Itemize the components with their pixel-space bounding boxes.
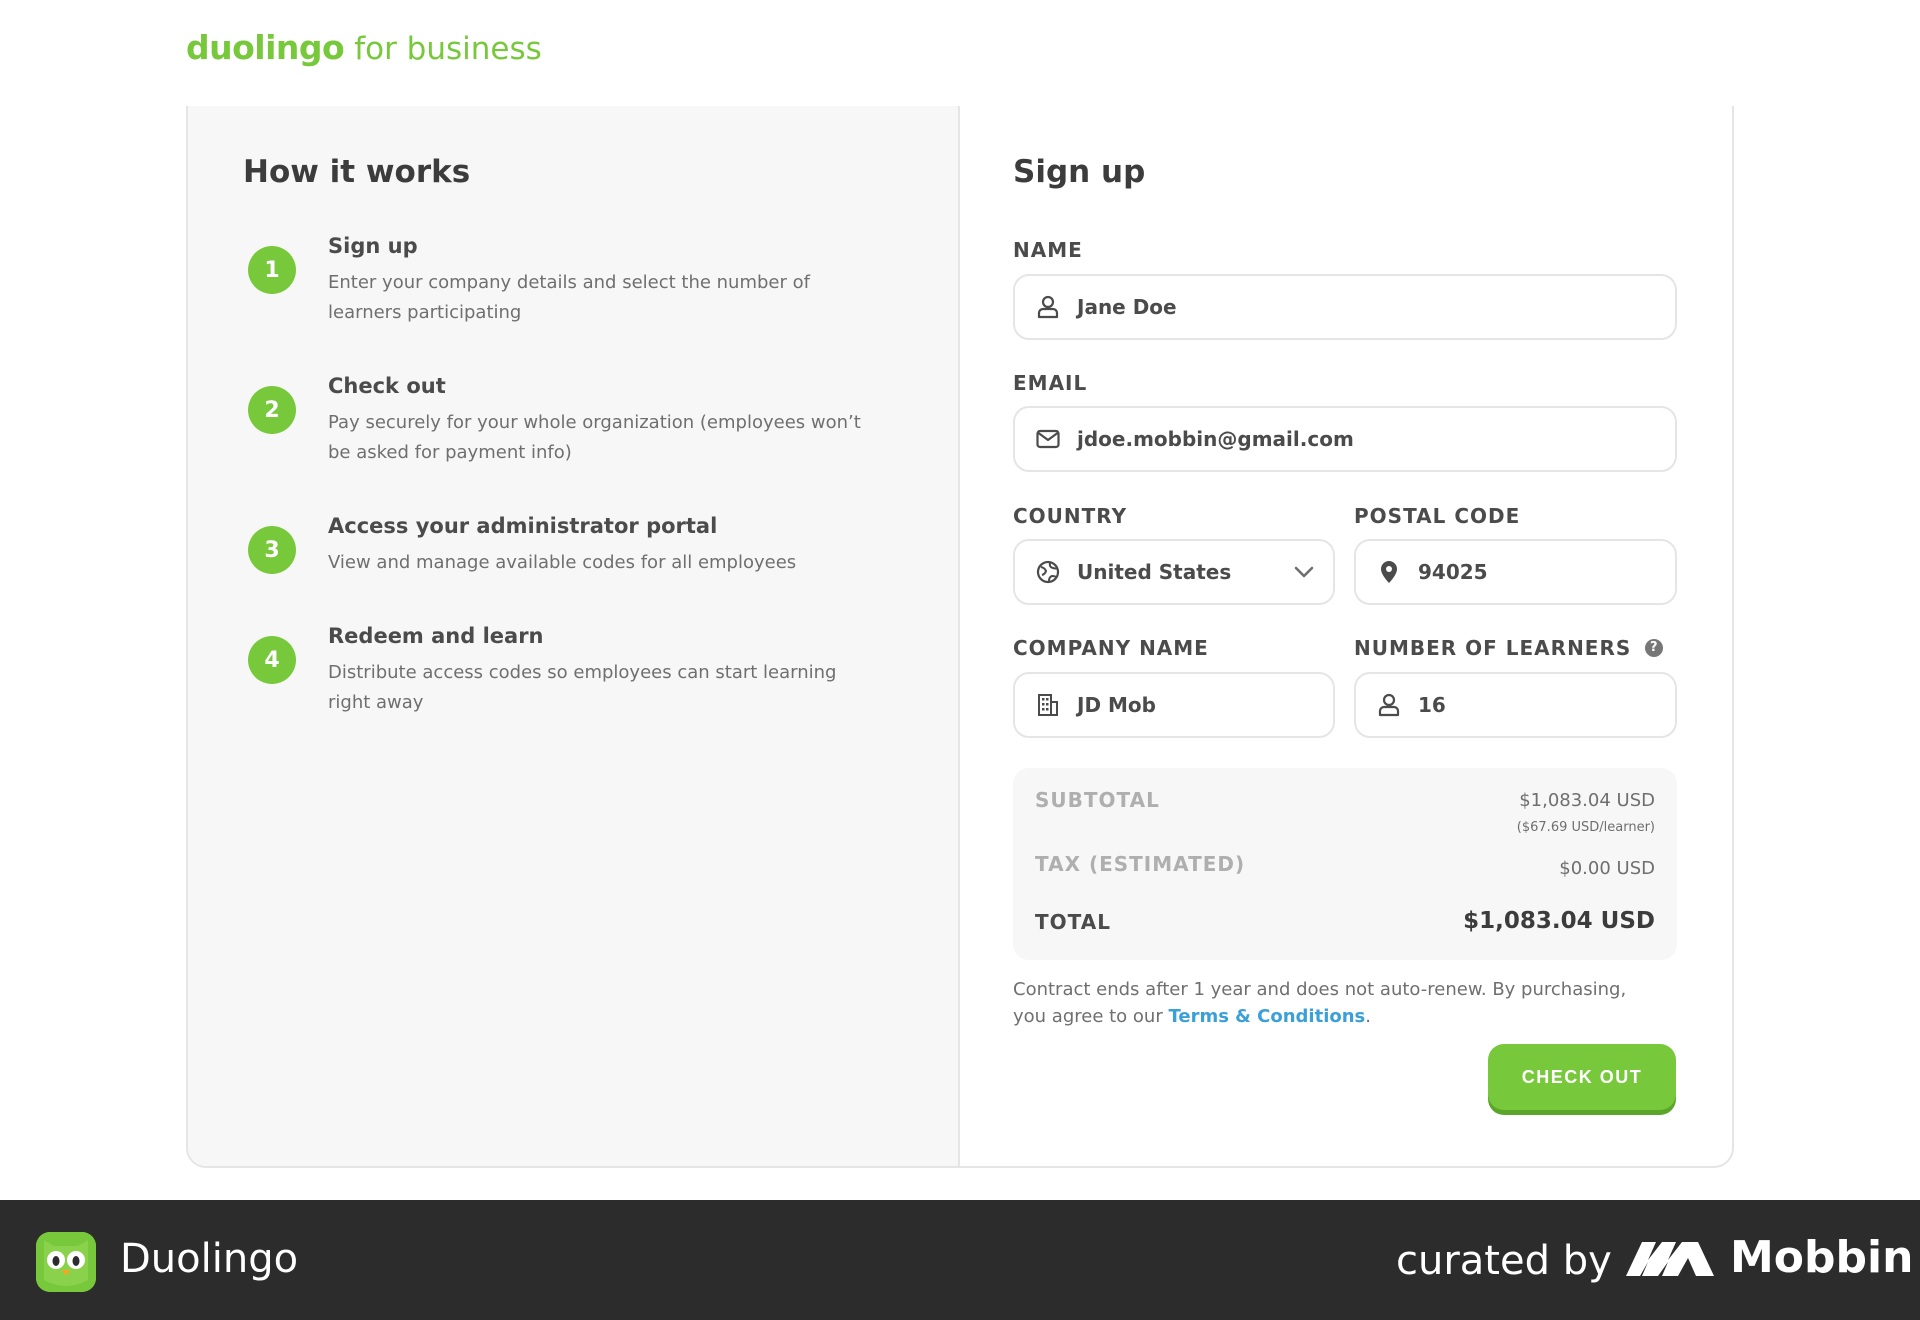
footer-bar: Duolingo curated by Mobbin [0,1200,1920,1320]
step-description: View and manage available codes for all … [328,552,797,573]
globe-icon [1035,559,1061,585]
country-label: COUNTRY [1013,504,1128,528]
company-name-label: COMPANY NAME [1013,636,1209,660]
signup-form: Sign up NAME Jane Doe EMAIL jdoe.mobbin@… [960,106,1732,1166]
location-pin-icon [1376,559,1402,585]
terms-link[interactable]: Terms & Conditions [1168,1006,1365,1027]
mobbin-logo-icon [1626,1236,1716,1284]
country-value: United States [1077,560,1232,584]
country-select[interactable]: United States [1013,539,1335,605]
email-label: EMAIL [1013,371,1088,395]
mobbin-wordmark: Mobbin [1730,1232,1914,1283]
learners-field[interactable]: 16 [1354,672,1677,738]
postal-code-field[interactable]: 94025 [1354,539,1677,605]
app-name: Duolingo [120,1236,299,1282]
step-number: 1 [248,246,296,294]
step-title: Check out [328,374,446,398]
chevron-down-icon[interactable] [1293,561,1315,587]
check-out-button[interactable]: CHECK OUT [1488,1044,1676,1110]
how-it-works-panel: How it works 1 Sign up Enter your compan… [188,106,960,1166]
step-description: Enter your company details and select th… [328,272,810,323]
envelope-icon [1035,426,1061,452]
contract-notice: Contract ends after 1 year and does not … [1013,976,1653,1030]
page-header: duolingo for business [186,28,542,72]
person-icon [1035,294,1061,320]
tax-value: $0.00 USD [1559,858,1655,879]
subtotal-label: SUBTOTAL [1035,788,1160,812]
postal-code-value: 94025 [1418,560,1488,584]
step-description: Distribute access codes so employees can… [328,662,837,713]
order-summary: SUBTOTAL $1,083.04 USD ($67.69 USD/learn… [1013,768,1677,960]
step-description: Pay securely for your whole organization… [328,412,861,463]
signup-card: How it works 1 Sign up Enter your compan… [186,106,1734,1168]
building-icon [1035,692,1061,718]
signup-title: Sign up [1013,154,1146,190]
step-title: Access your administrator portal [328,514,718,538]
learners-value: 16 [1418,693,1446,717]
tax-label: TAX (ESTIMATED) [1035,852,1246,876]
email-value: jdoe.mobbin@gmail.com [1077,427,1354,451]
postal-code-label: POSTAL CODE [1354,504,1521,528]
duolingo-owl-icon [36,1232,96,1292]
company-name-field[interactable]: JD Mob [1013,672,1335,738]
learners-label: NUMBER OF LEARNERS? [1354,636,1664,660]
learners-label-text: NUMBER OF LEARNERS [1354,636,1632,660]
help-icon[interactable]: ? [1645,638,1664,657]
company-name-value: JD Mob [1077,693,1156,717]
step-number: 2 [248,386,296,434]
name-field[interactable]: Jane Doe [1013,274,1677,340]
duolingo-logo[interactable]: duolingo [186,28,345,67]
email-field[interactable]: jdoe.mobbin@gmail.com [1013,406,1677,472]
contract-end: . [1365,1006,1371,1027]
total-value: $1,083.04 USD [1463,908,1655,934]
total-label: TOTAL [1035,910,1111,934]
person-icon [1376,692,1402,718]
step-number: 3 [248,526,296,574]
step-title: Redeem and learn [328,624,544,648]
step-number: 4 [248,636,296,684]
step-title: Sign up [328,234,418,258]
logo-suffix: for business [354,31,542,67]
per-learner-price: ($67.69 USD/learner) [1516,820,1655,835]
name-value: Jane Doe [1077,295,1177,319]
name-label: NAME [1013,238,1083,262]
how-it-works-title: How it works [243,154,471,190]
subtotal-value: $1,083.04 USD [1519,790,1655,811]
curated-by-text: curated by [1396,1238,1612,1284]
